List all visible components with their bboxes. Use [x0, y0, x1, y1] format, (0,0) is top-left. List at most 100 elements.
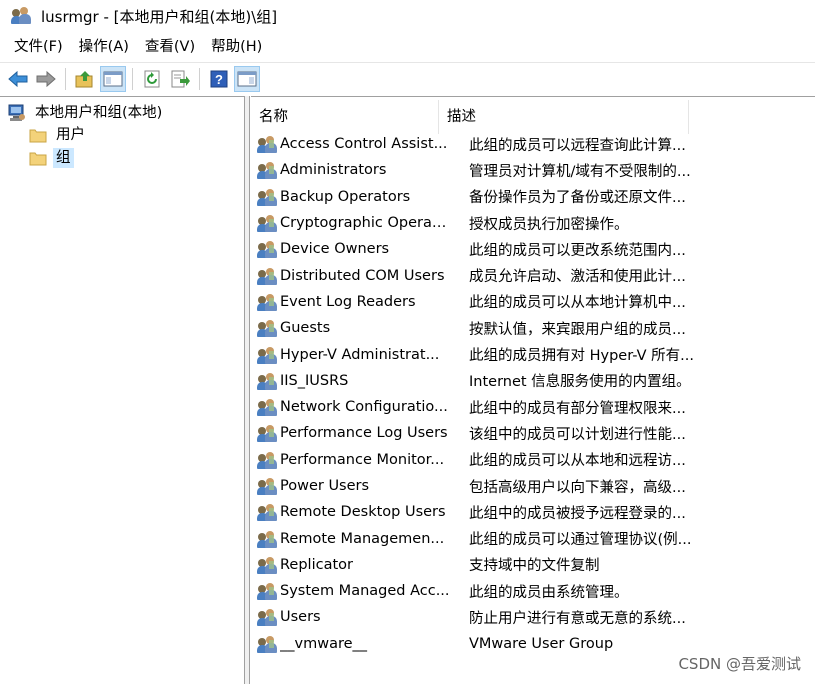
- list-item[interactable]: Remote Managemen... 此组的成员可以通过管理协议(例...: [251, 525, 815, 551]
- group-description: 防止用户进行有意或无意的系统...: [469, 610, 686, 627]
- group-icon: [257, 634, 277, 654]
- group-description: 授权成员执行加密操作。: [469, 216, 629, 233]
- group-name: Cryptographic Operat...: [280, 215, 451, 232]
- group-name: Access Control Assist...: [280, 136, 448, 153]
- group-description: 备份操作员为了备份或还原文件...: [469, 190, 686, 207]
- tree-item-groups[interactable]: 组: [29, 147, 74, 169]
- group-description: 包括高级用户以向下兼容，高级...: [469, 479, 686, 496]
- list-item[interactable]: Guests 按默认值，来宾跟用户组的成员...: [251, 315, 815, 341]
- group-icon: [257, 529, 277, 549]
- list-item[interactable]: Users 防止用户进行有意或无意的系统...: [251, 604, 815, 630]
- column-header-description[interactable]: 描述: [439, 100, 689, 134]
- list-item[interactable]: Cryptographic Operat... 授权成员执行加密操作。: [251, 210, 815, 236]
- list-header: 名称 描述: [251, 100, 815, 134]
- group-list: Access Control Assist... 此组的成员可以远程查询此计算..…: [251, 131, 815, 657]
- tree-item-label: 本地用户和组(本地): [35, 105, 163, 121]
- group-description: 此组的成员可以更改系统范围内...: [469, 242, 686, 259]
- group-name: Remote Desktop Users: [280, 504, 446, 521]
- help-icon[interactable]: ?: [207, 67, 231, 91]
- group-name: Guests: [280, 320, 331, 337]
- toolbar-separator: [132, 67, 133, 90]
- menu-action[interactable]: 操作(A): [71, 35, 137, 59]
- group-name: Device Owners: [280, 241, 390, 258]
- group-icon: [257, 318, 277, 338]
- folder-icon: [29, 151, 47, 166]
- group-icon: [257, 450, 277, 470]
- group-icon: [257, 581, 277, 601]
- svg-text:?: ?: [215, 72, 223, 87]
- tree-item-users[interactable]: 用户: [29, 124, 88, 146]
- group-name: Replicator: [280, 556, 353, 573]
- computer-icon: [8, 104, 25, 121]
- refresh-icon[interactable]: [140, 67, 164, 91]
- list-item[interactable]: System Managed Acc... 此组的成员由系统管理。: [251, 578, 815, 604]
- pane-splitter[interactable]: [245, 96, 250, 684]
- group-description: 此组的成员可以从本地和远程访...: [469, 453, 686, 470]
- group-name: Performance Monitor...: [280, 451, 445, 468]
- list-item[interactable]: Distributed COM Users 成员允许启动、激活和使用此计...: [251, 262, 815, 288]
- list-item[interactable]: Event Log Readers 此组的成员可以从本地计算机中...: [251, 289, 815, 315]
- group-name: IIS_IUSRS: [280, 372, 349, 389]
- group-icon: [257, 555, 277, 575]
- list-item[interactable]: Power Users 包括高级用户以向下兼容，高级...: [251, 473, 815, 499]
- group-description: 该组中的成员可以计划进行性能...: [469, 426, 686, 443]
- back-arrow-icon[interactable]: [6, 67, 30, 91]
- list-item[interactable]: Hyper-V Administrat... 此组的成员拥有对 Hyper-V 所…: [251, 341, 815, 367]
- list-item[interactable]: Administrators 管理员对计算机/域有不受限制的...: [251, 157, 815, 183]
- group-icon: [257, 292, 277, 312]
- list-item[interactable]: Access Control Assist... 此组的成员可以远程查询此计算..…: [251, 131, 815, 157]
- group-description: VMware User Group: [469, 635, 614, 652]
- list-item[interactable]: Network Configuratio... 此组中的成员有部分管理权限来...: [251, 394, 815, 420]
- group-name: Administrators: [280, 162, 387, 179]
- group-name: Users: [280, 609, 321, 626]
- column-header-name[interactable]: 名称: [251, 100, 439, 134]
- watermark: CSDN @吾爱测试: [678, 655, 801, 673]
- toolbar: ?: [0, 62, 815, 94]
- group-description: 此组的成员可以从本地计算机中...: [469, 295, 686, 312]
- list-item[interactable]: IIS_IUSRS Internet 信息服务使用的内置组。: [251, 368, 815, 394]
- group-icon: [257, 502, 277, 522]
- export-list-icon[interactable]: [168, 67, 192, 91]
- group-description: 此组的成员由系统管理。: [469, 584, 629, 601]
- group-name: Performance Log Users: [280, 425, 448, 442]
- up-folder-icon[interactable]: [73, 67, 97, 91]
- group-icon: [257, 345, 277, 365]
- group-icon: [257, 160, 277, 180]
- toolbar-separator: [199, 67, 200, 90]
- forward-arrow-icon[interactable]: [34, 67, 58, 91]
- group-icon: [257, 134, 277, 154]
- group-icon: [257, 266, 277, 286]
- group-name: Distributed COM Users: [280, 267, 445, 284]
- app-icon: [11, 5, 33, 27]
- title-bar: lusrmgr - [本地用户和组(本地)\组]: [0, 0, 815, 32]
- show-hide-tree-icon[interactable]: [100, 65, 126, 92]
- list-item[interactable]: Replicator 支持域中的文件复制: [251, 552, 815, 578]
- tree-item-root[interactable]: 本地用户和组(本地): [7, 102, 165, 124]
- menu-file[interactable]: 文件(F): [6, 35, 71, 59]
- group-icon: [257, 239, 277, 259]
- group-icon: [257, 423, 277, 443]
- group-name: Remote Managemen...: [280, 530, 445, 547]
- group-description: 按默认值，来宾跟用户组的成员...: [469, 321, 686, 338]
- properties-pane-icon[interactable]: [234, 65, 260, 92]
- menu-bar: 文件(F) 操作(A) 查看(V) 帮助(H): [0, 33, 815, 61]
- group-name: Hyper-V Administrat...: [280, 346, 440, 363]
- group-icon: [257, 187, 277, 207]
- menu-help[interactable]: 帮助(H): [203, 35, 270, 59]
- group-description: 支持域中的文件复制: [469, 558, 600, 575]
- window-title: lusrmgr - [本地用户和组(本地)\组]: [41, 7, 278, 26]
- list-item[interactable]: Device Owners 此组的成员可以更改系统范围内...: [251, 236, 815, 262]
- tree-item-label: 组: [53, 148, 74, 168]
- group-name: Power Users: [280, 478, 370, 494]
- toolbar-separator: [65, 67, 66, 90]
- group-icon: [257, 397, 277, 417]
- menu-view[interactable]: 查看(V): [137, 35, 203, 59]
- group-name: System Managed Acc...: [280, 583, 450, 600]
- list-item[interactable]: Performance Monitor... 此组的成员可以从本地和远程访...: [251, 447, 815, 473]
- list-item[interactable]: Remote Desktop Users 此组中的成员被授予远程登录的...: [251, 499, 815, 525]
- group-name: Event Log Readers: [280, 293, 416, 310]
- list-item[interactable]: Performance Log Users 该组中的成员可以计划进行性能...: [251, 420, 815, 446]
- group-description: 此组的成员可以通过管理协议(例...: [469, 532, 692, 549]
- list-item[interactable]: Backup Operators 备份操作员为了备份或还原文件...: [251, 184, 815, 210]
- group-description: 管理员对计算机/域有不受限制的...: [469, 163, 691, 180]
